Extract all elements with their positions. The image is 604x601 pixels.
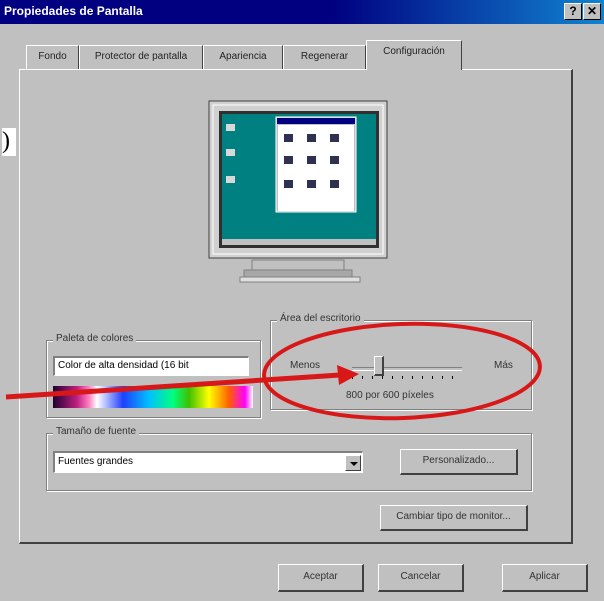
ok-button[interactable]: Aceptar: [278, 564, 364, 592]
edge-mark: ): [2, 128, 16, 156]
tab-apariencia[interactable]: Apariencia: [203, 45, 283, 69]
monitor-illustration: [208, 100, 388, 283]
change-monitor-button[interactable]: Cambiar tipo de monitor...: [380, 505, 528, 531]
desktop-area-slider[interactable]: [352, 354, 462, 384]
tab-regenerar[interactable]: Regenerar: [283, 45, 366, 69]
more-label: Más: [494, 360, 513, 371]
color-palette-value: Color de alta densidad (16 bit: [58, 360, 189, 371]
display-properties-dialog: Propiedades de Pantalla ? ✕ Fondo Protec…: [0, 0, 604, 601]
tab-protector-de-pantalla[interactable]: Protector de pantalla: [79, 45, 203, 69]
title-bar[interactable]: Propiedades de Pantalla ? ✕: [0, 0, 604, 24]
less-label: Menos: [290, 360, 321, 371]
tab-fondo[interactable]: Fondo: [26, 45, 79, 69]
desktop-area-label: Área del escritorio: [277, 313, 364, 324]
color-palette-dropdown[interactable]: Color de alta densidad (16 bit: [53, 356, 249, 376]
color-spectrum-bar: [53, 386, 253, 408]
font-size-label: Tamaño de fuente: [53, 426, 140, 437]
slider-ticks: [352, 376, 462, 379]
color-palette-label: Paleta de colores: [53, 333, 137, 344]
window-title: Propiedades de Pantalla: [4, 4, 143, 18]
slider-track: [352, 367, 462, 371]
cancel-button[interactable]: Cancelar: [378, 564, 464, 592]
slider-thumb[interactable]: [374, 356, 384, 376]
close-button[interactable]: ✕: [583, 3, 601, 20]
font-size-dropdown[interactable]: Fuentes grandes: [53, 451, 363, 473]
font-size-dropdown-arrow-icon[interactable]: [345, 455, 361, 471]
help-button[interactable]: ?: [564, 3, 582, 20]
font-size-value: Fuentes grandes: [58, 456, 134, 467]
resolution-label: 800 por 600 píxeles: [346, 390, 434, 401]
apply-button[interactable]: Aplicar: [502, 564, 588, 592]
tab-configuracion[interactable]: Configuración: [366, 40, 462, 70]
custom-button[interactable]: Personalizado...: [400, 449, 518, 475]
